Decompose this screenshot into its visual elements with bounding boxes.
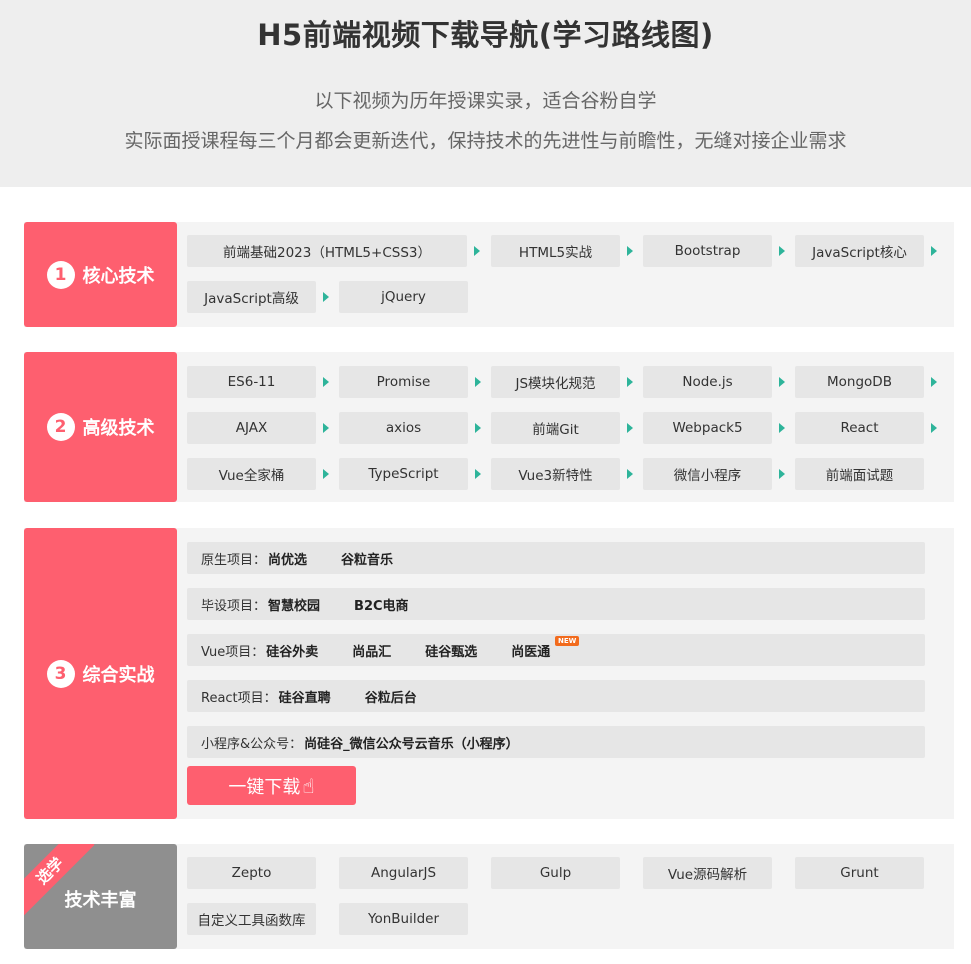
project-link[interactable]: 尚硅谷_微信公众号云音乐（小程序）: [304, 733, 519, 752]
course-link[interactable]: React: [795, 412, 924, 444]
next-arrow-icon: [323, 292, 329, 302]
hand-pointer-icon: ☝: [302, 773, 315, 798]
next-arrow-icon: [779, 246, 785, 256]
course-link[interactable]: Vue源码解析: [643, 857, 772, 889]
project-row-label: 原生项目：: [201, 552, 267, 568]
course-link[interactable]: AngularJS: [339, 857, 468, 889]
course-link[interactable]: HTML5实战: [491, 235, 620, 267]
next-arrow-icon: [323, 469, 329, 479]
section-advanced-badge: 2 高级技术: [24, 352, 177, 502]
section-practice: 3 综合实战 原生项目： 尚优选 谷粒音乐 毕设项目： 智慧校园 B2C电商 V…: [24, 528, 954, 819]
course-link[interactable]: axios: [339, 412, 468, 444]
step-number-1: 1: [46, 260, 75, 289]
step-number-3: 3: [46, 659, 75, 688]
course-link[interactable]: YonBuilder: [339, 903, 468, 935]
course-link[interactable]: Vue3新特性: [491, 458, 620, 490]
project-row: Vue项目： 硅谷外卖 尚品汇 硅谷甄选 尚医通 NEW: [187, 634, 925, 666]
next-arrow-icon: [475, 469, 481, 479]
next-arrow-icon: [931, 246, 937, 256]
project-row: 原生项目： 尚优选 谷粒音乐: [187, 542, 925, 574]
project-row-label: React项目：: [201, 690, 277, 706]
project-link[interactable]: 谷粒后台: [365, 687, 417, 706]
section-core-badge: 1 核心技术: [24, 222, 177, 327]
next-arrow-icon: [931, 423, 937, 433]
project-link[interactable]: 硅谷甄选: [425, 641, 477, 660]
course-link[interactable]: ES6-11: [187, 366, 316, 398]
course-link[interactable]: Node.js: [643, 366, 772, 398]
next-arrow-icon: [475, 377, 481, 387]
next-arrow-icon: [474, 246, 480, 256]
course-link[interactable]: JavaScript核心: [795, 235, 924, 267]
download-button-label: 一键下载: [228, 776, 301, 798]
course-link[interactable]: 前端面试题: [795, 458, 924, 490]
course-link[interactable]: Vue全家桶: [187, 458, 316, 490]
course-link[interactable]: Promise: [339, 366, 468, 398]
new-badge: NEW: [555, 636, 580, 646]
next-arrow-icon: [779, 423, 785, 433]
next-arrow-icon: [779, 377, 785, 387]
course-link[interactable]: Webpack5: [643, 412, 772, 444]
next-arrow-icon: [627, 377, 633, 387]
course-link[interactable]: Zepto: [187, 857, 316, 889]
next-arrow-icon: [779, 469, 785, 479]
course-link[interactable]: TypeScript: [339, 458, 468, 490]
project-row: 毕设项目： 智慧校园 B2C电商: [187, 588, 925, 620]
course-link[interactable]: 自定义工具函数库: [187, 903, 316, 935]
next-arrow-icon: [475, 423, 481, 433]
course-link[interactable]: JS模块化规范: [491, 366, 620, 398]
project-link[interactable]: B2C电商: [354, 595, 409, 614]
project-link[interactable]: 尚品汇: [352, 641, 391, 660]
next-arrow-icon: [627, 246, 633, 256]
section-practice-badge: 3 综合实战: [24, 528, 177, 819]
next-arrow-icon: [627, 469, 633, 479]
next-arrow-icon: [627, 423, 633, 433]
course-link[interactable]: MongoDB: [795, 366, 924, 398]
course-link[interactable]: JavaScript高级: [187, 281, 316, 313]
next-arrow-icon: [323, 377, 329, 387]
project-link[interactable]: 谷粒音乐: [341, 549, 393, 568]
next-arrow-icon: [323, 423, 329, 433]
project-row-label: Vue项目：: [201, 644, 265, 660]
page-title: H5前端视频下载导航(学习路线图): [257, 18, 714, 52]
project-link[interactable]: 硅谷外卖: [266, 641, 318, 660]
course-link[interactable]: Bootstrap: [643, 235, 772, 267]
section-extra: 选学 技术丰富 Zepto AngularJS Gulp Vue源码解析 Gru…: [24, 844, 954, 949]
project-link[interactable]: 硅谷直聘: [279, 687, 331, 706]
project-row-label: 毕设项目：: [201, 598, 267, 614]
course-link[interactable]: Grunt: [795, 857, 924, 889]
project-link[interactable]: 智慧校园: [268, 595, 320, 614]
project-row: React项目： 硅谷直聘 谷粒后台: [187, 680, 925, 712]
section-extra-label: 技术丰富: [64, 889, 137, 911]
section-practice-label: 综合实战: [82, 664, 155, 686]
section-advanced: 2 高级技术 ES6-11 Promise JS模块化规范 Node.js Mo…: [24, 352, 954, 502]
section-core-label: 核心技术: [82, 265, 155, 287]
download-button[interactable]: 一键下载 ☝: [187, 766, 356, 805]
project-link[interactable]: 尚医通: [511, 641, 550, 660]
section-core: 1 核心技术 前端基础2023（HTML5+CSS3） HTML5实战 Boot…: [24, 222, 954, 327]
section-extra-badge: 选学 技术丰富: [24, 844, 177, 949]
page-header: H5前端视频下载导航(学习路线图) 以下视频为历年授课实录，适合谷粉自学 实际面…: [0, 0, 971, 187]
course-link[interactable]: 前端基础2023（HTML5+CSS3）: [187, 235, 467, 267]
course-link[interactable]: 前端Git: [491, 412, 620, 444]
project-link[interactable]: 尚优选: [268, 549, 307, 568]
step-number-2: 2: [46, 413, 75, 441]
section-advanced-label: 高级技术: [82, 418, 155, 439]
project-row-label: 小程序&公众号：: [201, 736, 303, 752]
course-link[interactable]: Gulp: [491, 857, 620, 889]
course-link[interactable]: AJAX: [187, 412, 316, 444]
project-row: 小程序&公众号： 尚硅谷_微信公众号云音乐（小程序）: [187, 726, 925, 758]
next-arrow-icon: [931, 377, 937, 387]
page-subtitle-1: 以下视频为历年授课实录，适合谷粉自学: [314, 90, 657, 112]
course-link[interactable]: 微信小程序: [643, 458, 772, 490]
page-subtitle-2: 实际面授课程每三个月都会更新迭代，保持技术的先进性与前瞻性，无缝对接企业需求: [124, 130, 847, 152]
course-link[interactable]: jQuery: [339, 281, 468, 313]
